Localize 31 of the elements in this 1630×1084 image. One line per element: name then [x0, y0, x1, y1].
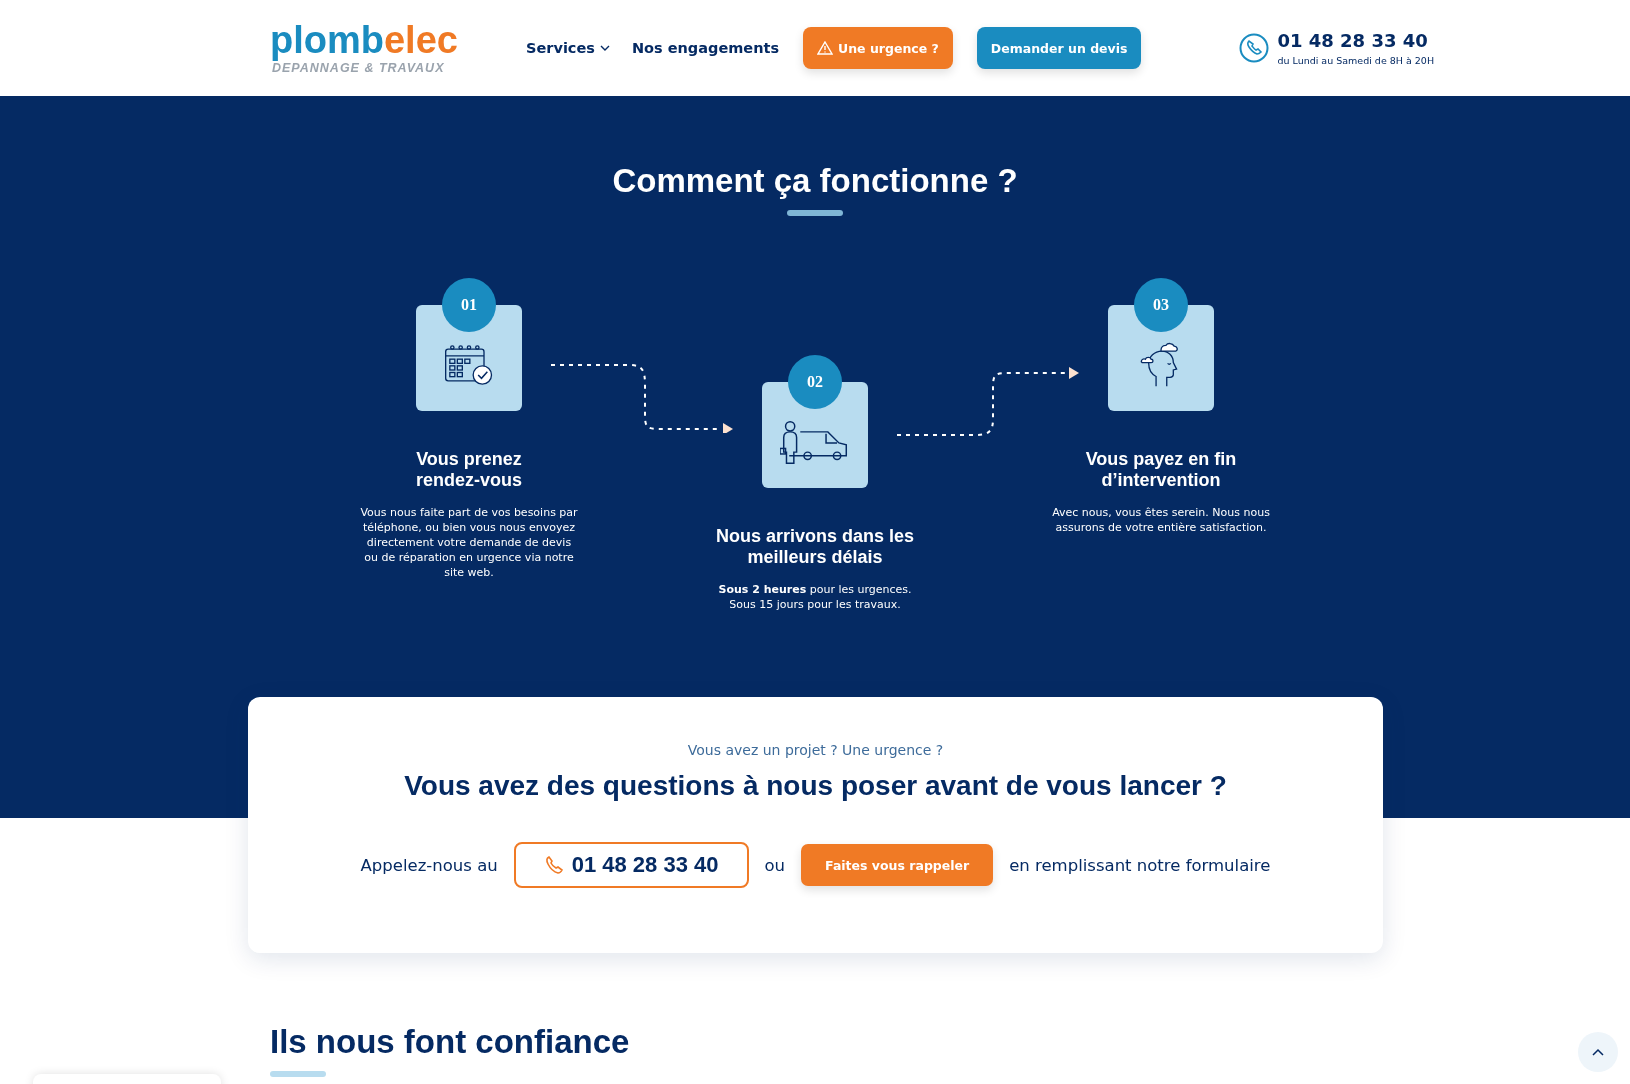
- nav-link[interactable]: Services: [526, 40, 610, 56]
- step-number: 02: [788, 355, 842, 409]
- step-number: 03: [1134, 278, 1188, 332]
- form-label: en remplissant notre formulaire: [1009, 855, 1271, 875]
- card-subtitle: Vous avez un projet ? Une urgence ?: [686, 742, 945, 758]
- section-title: Comment ça fonctionne ?: [611, 162, 1019, 200]
- opening-hours: du Lundi au Samedi de 8H à 20H: [1277, 55, 1435, 66]
- logo[interactable]: plombelec DEPANNAGE & TRAVAUX: [270, 20, 464, 76]
- calendar-check-icon: [444, 342, 494, 388]
- card-title: Vous avez des questions à nous poser avant de vous lancer ?: [403, 770, 1228, 802]
- step-title: Vous payez en fin d’intervention: [1084, 449, 1238, 491]
- step-number: 01: [442, 278, 496, 332]
- section-title: Ils nous font confiance: [270, 1023, 630, 1061]
- step-title: Nous arrivons dans les meilleurs délais: [715, 526, 915, 568]
- phone-button[interactable]: 01 48 28 33 40: [513, 842, 749, 888]
- step-description: Vous nous faite part de vos besoins par téléphone, ou bien vous nous envoyez directement votre demande de devis ou de réparation en urgence via notre site web.: [360, 505, 578, 580]
- step-description: Sous 2 heures pour les urgences. Sous 15 jours pour les travaux.: [717, 582, 913, 612]
- quote-button[interactable]: Demander un devis: [976, 27, 1142, 69]
- warning-icon: [817, 41, 834, 55]
- phone-icon: [543, 855, 564, 875]
- or-label: ou: [764, 855, 786, 875]
- step-description: Avec nous, vous êtes serein. Nous nous assurons de votre entière satisfaction.: [1051, 505, 1271, 535]
- call-label: Appelez-nous au: [360, 855, 498, 875]
- phone-icon: [1239, 33, 1270, 63]
- chevron-up-icon: [1592, 1048, 1604, 1056]
- phone-number[interactable]: 01 48 28 33 40: [1277, 30, 1435, 51]
- nav-link[interactable]: Nos engagements: [631, 40, 780, 56]
- scroll-top-button[interactable]: [1578, 1032, 1618, 1072]
- step-title: Vous prenez rendez-vous: [415, 449, 523, 491]
- technician-van-icon: [780, 419, 850, 465]
- chevron-down-icon: [599, 45, 610, 51]
